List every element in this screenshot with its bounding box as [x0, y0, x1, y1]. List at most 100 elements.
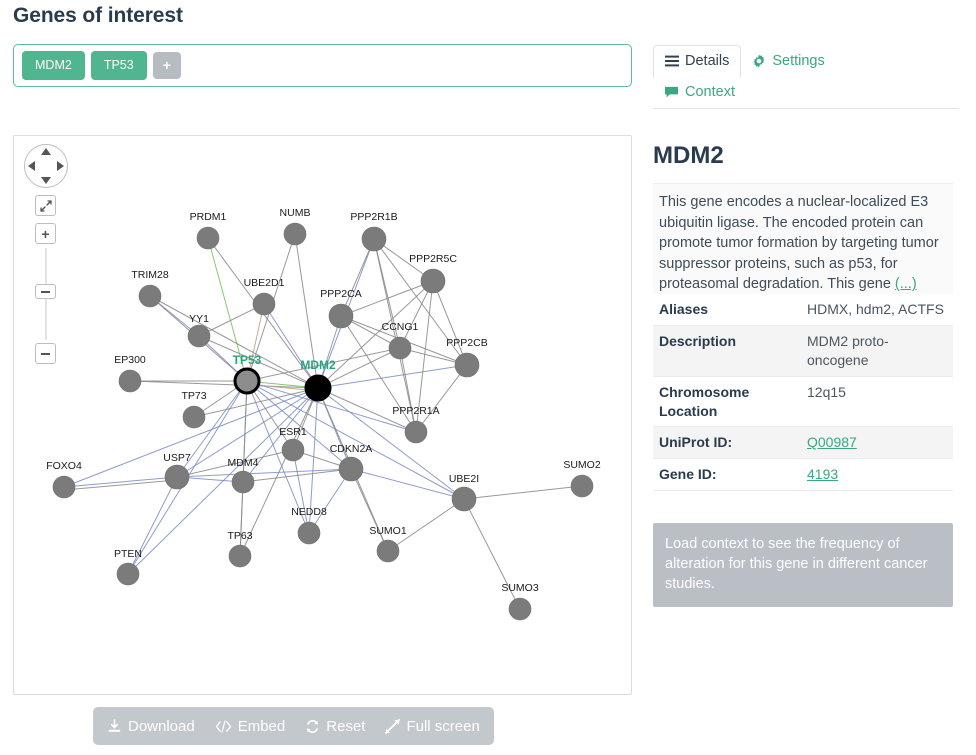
graph-edge[interactable] [127, 387, 319, 575]
add-gene-button[interactable]: + [152, 52, 181, 79]
gene-info-table: Aliases HDMX, hdm2, ACTFS Description MD… [653, 294, 953, 491]
graph-node-label: MDM2 [300, 358, 336, 372]
graph-node-label: TRIM28 [131, 269, 169, 281]
graph-edge[interactable] [340, 238, 375, 317]
zoom-slider-handle[interactable] [35, 284, 56, 299]
graph-edge[interactable] [149, 295, 319, 389]
graph-edge[interactable] [415, 364, 468, 433]
embed-label: Embed [237, 717, 286, 735]
graph-node-label: PRDM1 [190, 211, 227, 223]
graph-toolbar: Download Embed Reset Full screen [93, 707, 494, 745]
graph-controls: + [22, 144, 80, 364]
download-button[interactable]: Download [107, 718, 195, 735]
graph-node-tp73[interactable] [182, 405, 206, 429]
graph-node-label: USP7 [163, 452, 191, 464]
graph-edge[interactable] [129, 380, 319, 389]
graph-node-tp63[interactable] [228, 544, 252, 568]
tab-row-primary: Details Settings [653, 45, 959, 78]
graph-node-label: NUMB [280, 207, 311, 219]
graph-nodes [52, 222, 594, 621]
context-note: Load context to see the frequency of alt… [653, 523, 953, 607]
graph-node-label: NEDD8 [291, 506, 327, 518]
graph-node-prdm1[interactable] [196, 226, 220, 250]
fit-to-screen-button[interactable] [35, 195, 56, 216]
tab-context[interactable]: Context [653, 77, 746, 108]
graph-node-ppp2r1a[interactable] [404, 420, 428, 444]
tab-details[interactable]: Details [653, 45, 742, 78]
graph-edge[interactable] [176, 468, 352, 478]
pan-right-icon[interactable] [57, 161, 64, 171]
full-screen-button[interactable]: Full screen [385, 718, 480, 735]
graph-node-tp53[interactable] [233, 367, 261, 395]
graph-node-ep300[interactable] [118, 369, 142, 393]
table-row: Gene ID: 4193 [653, 458, 953, 491]
graph-node-label: CCNG1 [382, 321, 419, 333]
gene-summary-more-link[interactable]: (...) [895, 276, 917, 292]
gene-chip-mdm2[interactable]: MDM2 [22, 51, 85, 80]
network-panel: Genes of interest MDM2 TP53 + PRDM1 NUMB P… [0, 0, 645, 755]
graph-node-esr1[interactable] [281, 438, 305, 462]
row-value: Q00987 [801, 427, 953, 459]
genes-of-interest-input[interactable]: MDM2 TP53 + [13, 44, 632, 87]
graph-node-ccng1[interactable] [388, 336, 412, 360]
pan-up-icon[interactable] [41, 148, 51, 155]
table-row: UniProt ID: Q00987 [653, 426, 953, 459]
graph-node-cdkn2a[interactable] [338, 456, 364, 482]
gene-title: MDM2 [653, 142, 724, 169]
row-value: HDMX, hdm2, ACTFS [807, 301, 944, 317]
graph-node-ube2d1[interactable] [252, 292, 276, 316]
pan-left-icon[interactable] [28, 161, 35, 171]
reset-label: Reset [326, 717, 366, 735]
graph-edge[interactable] [350, 468, 389, 552]
comment-icon [664, 86, 679, 99]
graph-node-pten[interactable] [116, 562, 140, 586]
tab-settings-label: Settings [772, 53, 825, 69]
refresh-icon [305, 719, 320, 734]
graph-node-mdm2[interactable] [304, 374, 332, 402]
graph-edge[interactable] [246, 380, 417, 433]
graph-node-sumo2[interactable] [570, 474, 594, 498]
graph-node-sumo3[interactable] [508, 597, 532, 621]
graph-edge[interactable] [350, 468, 465, 500]
page-title: Genes of interest [13, 4, 183, 27]
uniprot-link[interactable]: Q00987 [807, 434, 857, 450]
graph-node-ppp2cb[interactable] [454, 352, 480, 378]
graph-node-numb[interactable] [283, 222, 307, 246]
graph-edge[interactable] [246, 380, 465, 500]
tab-settings[interactable]: Settings [741, 46, 835, 77]
graph-edge[interactable] [432, 280, 468, 366]
graph-node-ube2i[interactable] [451, 486, 477, 512]
graph-node-label: PTEN [114, 548, 142, 560]
graph-node-foxo4[interactable] [52, 475, 76, 499]
expand-icon [385, 718, 401, 734]
pan-down-icon[interactable] [41, 177, 51, 184]
graph-node-yy1[interactable] [187, 324, 211, 348]
graph-node-trim28[interactable] [138, 284, 162, 308]
gene-id-link[interactable]: 4193 [807, 466, 838, 482]
graph-node-usp7[interactable] [164, 464, 190, 490]
network-graph-canvas[interactable]: PRDM1 NUMB PPP2R1B PPP2R5C TRIM28 UBE2D1 PPP2C… [13, 135, 632, 695]
reset-button[interactable]: Reset [305, 718, 365, 735]
graph-node-ppp2ca[interactable] [328, 303, 354, 329]
graph-edge[interactable] [292, 449, 310, 534]
graph-node-ppp2r1b[interactable] [361, 226, 387, 252]
graph-node-sumo1[interactable] [376, 539, 400, 563]
graph-node-label: CDKN2A [330, 443, 373, 455]
graph-node-mdm4[interactable] [231, 470, 255, 494]
download-icon [107, 718, 122, 734]
graph-edge[interactable] [317, 364, 468, 389]
gene-chip-tp53[interactable]: TP53 [90, 51, 147, 80]
embed-button[interactable]: Embed [215, 717, 286, 735]
graph-node-nedd8[interactable] [297, 521, 321, 545]
graph-node-ppp2r5c[interactable] [420, 268, 446, 294]
graph-node-label: FOXO4 [46, 460, 82, 472]
graph-node-label: SUMO1 [369, 525, 407, 537]
row-key: Description [659, 332, 737, 349]
network-graph-svg[interactable]: PRDM1 NUMB PPP2R1B PPP2R5C TRIM28 UBE2D1 PPP2C… [14, 136, 631, 694]
zoom-out-button[interactable] [35, 343, 56, 364]
graph-node-label: TP73 [181, 390, 206, 402]
table-row: Aliases HDMX, hdm2, ACTFS [653, 294, 953, 326]
pan-compass-control[interactable] [24, 144, 68, 188]
zoom-in-button[interactable]: + [35, 223, 56, 244]
graph-edge[interactable] [463, 485, 583, 500]
